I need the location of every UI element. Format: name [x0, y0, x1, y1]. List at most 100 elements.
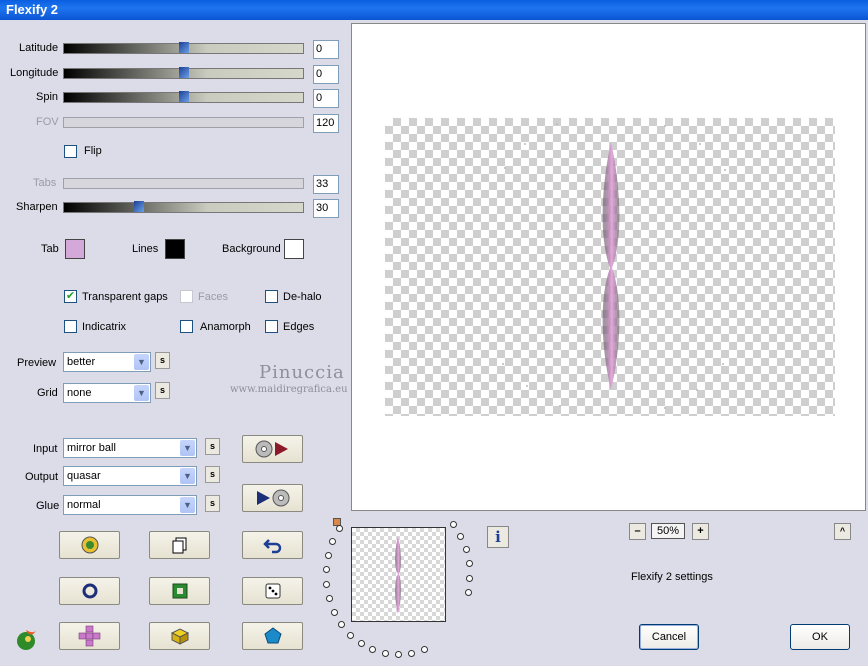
spin-input[interactable]: 0 — [313, 89, 339, 108]
latitude-input[interactable]: 0 — [313, 40, 339, 59]
copy-button[interactable] — [149, 531, 210, 559]
tab-color-label: Tab — [41, 243, 59, 255]
chevron-down-icon[interactable]: ▼ — [180, 440, 195, 456]
output-select[interactable]: quasar ▼ — [63, 466, 197, 486]
quasar-preview-shape — [502, 123, 726, 409]
cross-button[interactable] — [59, 622, 120, 650]
preset-dot[interactable] — [369, 646, 377, 654]
edges-label: Edges — [283, 321, 315, 333]
preset-dot[interactable] — [324, 551, 332, 559]
preview-canvas[interactable] — [351, 23, 866, 511]
background-color-swatch[interactable] — [284, 239, 304, 259]
preview-quality-value: better — [67, 356, 96, 368]
preset-dot[interactable] — [421, 645, 428, 653]
edges-checkbox[interactable] — [265, 320, 278, 333]
sharpen-slider-thumb[interactable] — [134, 201, 144, 212]
grid-s-button[interactable]: s — [155, 382, 170, 399]
preview-quality-label: Preview — [17, 357, 57, 369]
tab-color-swatch[interactable] — [65, 239, 85, 259]
flip-checkbox[interactable] — [64, 145, 77, 158]
watermark-name: Pinuccia — [259, 362, 345, 383]
sharpen-slider[interactable] — [63, 201, 304, 213]
chevron-down-icon[interactable]: ▼ — [134, 354, 149, 370]
preset-dot[interactable] — [465, 560, 473, 568]
faces-checkbox — [180, 290, 193, 303]
info-button[interactable]: i — [487, 526, 509, 548]
latitude-slider-thumb[interactable] — [179, 42, 189, 53]
input-s-button[interactable]: s — [205, 438, 220, 455]
preset-dot[interactable] — [337, 620, 345, 628]
undo-button[interactable] — [242, 531, 303, 559]
spin-slider[interactable] — [63, 91, 304, 103]
random-dice-button[interactable] — [242, 577, 303, 605]
ring-button[interactable] — [59, 577, 120, 605]
longitude-input[interactable]: 0 — [313, 65, 339, 84]
zoom-out-button[interactable]: – — [629, 523, 646, 540]
cross-icon — [78, 625, 100, 647]
randomize-button[interactable] — [59, 531, 120, 559]
cube-icon — [170, 628, 189, 645]
preset-dot[interactable] — [464, 589, 472, 597]
indicatrix-checkbox[interactable] — [64, 320, 77, 333]
preset-dot[interactable] — [457, 532, 465, 540]
play-disc-icon — [256, 489, 289, 507]
preset-dot[interactable] — [335, 525, 343, 533]
latitude-label: Latitude — [19, 42, 59, 54]
preset-dot[interactable] — [357, 640, 365, 648]
de-halo-checkbox[interactable] — [265, 290, 278, 303]
preset-dot[interactable] — [462, 545, 470, 553]
preset-dot[interactable] — [449, 520, 457, 528]
preset-dot[interactable] — [325, 595, 333, 603]
preset-dot[interactable] — [466, 574, 474, 582]
watermark-url: www.maidiregrafica.eu — [230, 384, 348, 395]
preset-dot[interactable] — [346, 631, 354, 639]
sharpen-input[interactable]: 30 — [313, 199, 339, 218]
pentagon-button[interactable] — [242, 622, 303, 650]
preview-quality-select[interactable]: better ▼ — [63, 352, 151, 372]
cancel-button[interactable]: Cancel — [639, 624, 699, 650]
output-to-input-button[interactable] — [242, 484, 303, 512]
chevron-down-icon[interactable]: ▼ — [180, 468, 195, 484]
square-button[interactable] — [149, 577, 210, 605]
background-color-label: Background — [222, 243, 281, 255]
latitude-slider[interactable] — [63, 42, 304, 54]
glue-select[interactable]: normal ▼ — [63, 495, 197, 515]
fov-label: FOV — [36, 116, 59, 128]
zoom-level: 50% — [651, 523, 685, 539]
longitude-slider-thumb[interactable] — [179, 67, 189, 78]
flaming-pear-logo-icon[interactable] — [14, 626, 40, 652]
output-s-button[interactable]: s — [205, 466, 220, 483]
chevron-down-icon[interactable]: ▼ — [180, 497, 195, 513]
grid-select[interactable]: none ▼ — [63, 383, 151, 403]
tabs-input[interactable]: 33 — [313, 175, 339, 194]
lines-color-swatch[interactable] — [165, 239, 185, 259]
preset-dot[interactable] — [395, 651, 403, 659]
input-to-output-button[interactable] — [242, 435, 303, 463]
preset-dot[interactable] — [382, 650, 390, 658]
anamorph-checkbox[interactable] — [180, 320, 193, 333]
de-halo-label: De-halo — [283, 291, 322, 303]
transparent-gaps-checkbox[interactable]: ✔ — [64, 290, 77, 303]
glue-s-button[interactable]: s — [205, 495, 220, 512]
spin-slider-thumb[interactable] — [179, 91, 189, 102]
preset-dot[interactable] — [322, 580, 330, 588]
cube-button[interactable] — [149, 622, 210, 650]
preset-dot[interactable] — [329, 537, 337, 545]
preset-thumbnail[interactable] — [351, 527, 446, 622]
input-select[interactable]: mirror ball ▼ — [63, 438, 197, 458]
preview-s-button[interactable]: s — [155, 352, 170, 369]
collapse-up-button[interactable]: ^ — [834, 523, 851, 540]
input-value: mirror ball — [67, 442, 116, 454]
preset-dot[interactable] — [330, 608, 338, 616]
spin-label: Spin — [36, 91, 59, 103]
frog-icon — [81, 536, 98, 554]
preset-dot[interactable] — [322, 566, 330, 574]
preset-dot[interactable] — [408, 650, 416, 657]
faces-label: Faces — [198, 291, 228, 303]
fov-input[interactable]: 120 — [313, 114, 339, 133]
zoom-in-button[interactable]: + — [692, 523, 709, 540]
ok-button[interactable]: OK — [790, 624, 850, 650]
longitude-slider[interactable] — [63, 67, 304, 79]
chevron-down-icon[interactable]: ▼ — [134, 385, 149, 401]
square-icon — [172, 583, 187, 599]
